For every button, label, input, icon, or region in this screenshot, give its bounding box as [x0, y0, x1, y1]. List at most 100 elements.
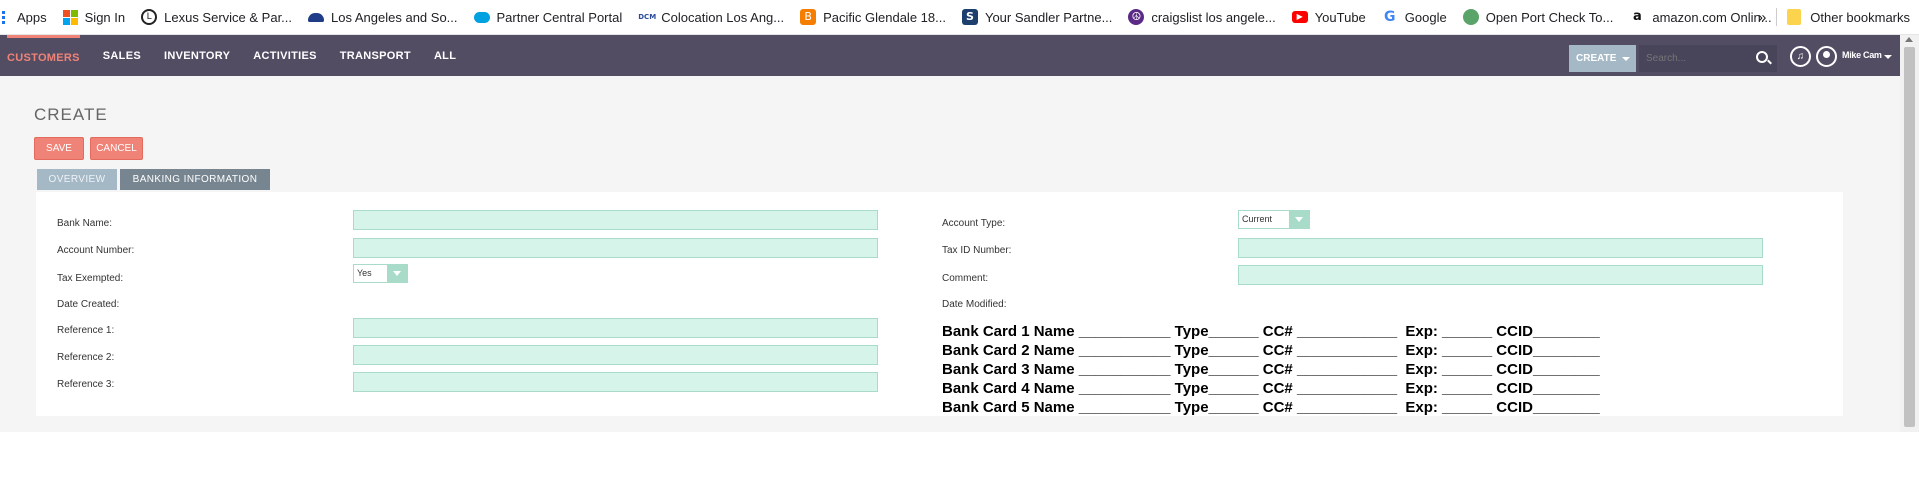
search-icon-handle [1767, 59, 1772, 65]
search-box [1639, 45, 1777, 72]
nav-tab-transport[interactable]: TRANSPORT [340, 35, 411, 76]
account-number-label: Account Number: [57, 245, 135, 256]
bookmark-sandler[interactable]: S Your Sandler Partne... [954, 0, 1120, 34]
date-modified-label: Date Modified: [942, 299, 1007, 310]
reference-3-label: Reference 3: [57, 379, 115, 390]
bank-name-label: Bank Name: [57, 218, 113, 229]
bookmark-pacific-glendale[interactable]: B Pacific Glendale 18... [792, 0, 954, 34]
bookmark-label: Open Port Check To... [1485, 9, 1614, 25]
tax-id-field[interactable] [1238, 238, 1763, 258]
bookmark-label: Google [1404, 9, 1447, 25]
nav-tab-sales[interactable]: SALES [103, 35, 141, 76]
nav-tab-inventory[interactable]: INVENTORY [164, 35, 230, 76]
nav-tab-activities[interactable]: ACTIVITIES [253, 35, 317, 76]
bookmarks-bar: Apps Sign In L Lexus Service & Par... Lo… [0, 0, 1919, 35]
sandler-s-icon: S [961, 9, 978, 25]
chevron-down-icon [387, 265, 407, 282]
bookmark-apps[interactable]: Apps [0, 0, 55, 34]
notifications-icon[interactable]: ♫ [1790, 46, 1811, 67]
bookmark-label: Pacific Glendale 18... [823, 9, 946, 25]
reference-3-field[interactable] [353, 372, 878, 392]
save-button[interactable]: SAVE [34, 137, 84, 160]
scroll-thumb[interactable] [1904, 47, 1915, 427]
tax-exempted-select[interactable]: Yes [353, 264, 408, 283]
create-label: CREATE [1576, 53, 1617, 64]
nav-tab-all[interactable]: ALL [434, 35, 456, 76]
account-type-select[interactable]: Current [1238, 210, 1310, 229]
bookmark-lexus[interactable]: L Lexus Service & Par... [133, 0, 300, 34]
chevron-down-icon [1289, 211, 1309, 228]
bookmark-label: craigslist los angele... [1151, 9, 1276, 25]
bookmarks-overflow-button[interactable]: » [1748, 9, 1776, 26]
folder-icon [1787, 9, 1802, 25]
bookmark-sign-in[interactable]: Sign In [55, 0, 133, 34]
bookmark-label: Los Angeles and So... [331, 9, 458, 25]
blogger-icon: B [800, 9, 817, 25]
nav-tab-customers[interactable]: CUSTOMERS [7, 35, 80, 76]
scroll-up-icon[interactable] [1905, 37, 1913, 42]
search-icon[interactable] [1756, 51, 1768, 63]
account-type-label: Account Type: [942, 218, 1006, 229]
account-type-value: Current [1242, 214, 1273, 224]
search-input[interactable] [1639, 45, 1749, 72]
bookmark-youtube[interactable]: ▶ YouTube [1284, 0, 1374, 34]
avatar-head [1823, 51, 1830, 58]
tax-exempted-label: Tax Exempted: [57, 273, 124, 284]
bank-card-line-3: Bank Card 3 Name ___________ Type______ … [942, 361, 1600, 378]
tab-banking-information[interactable]: BANKING INFORMATION [120, 169, 270, 190]
bookmark-label: YouTube [1314, 9, 1366, 25]
salesforce-cloud-icon [473, 11, 490, 23]
page-scrollbar[interactable] [1900, 35, 1919, 432]
bookmark-open-port-check[interactable]: Open Port Check To... [1455, 0, 1622, 34]
user-menu-caret-icon [1884, 55, 1892, 59]
bank-card-line-4: Bank Card 4 Name ___________ Type______ … [942, 380, 1600, 397]
user-avatar-icon[interactable] [1816, 46, 1837, 67]
page-title: CREATE [34, 105, 108, 124]
bookmark-label: Sign In [84, 9, 126, 25]
bookmark-label: Your Sandler Partne... [984, 9, 1113, 25]
car-icon [308, 12, 325, 22]
bookmark-google[interactable]: G Google [1374, 0, 1455, 34]
other-bookmarks-button[interactable]: Other bookmarks [1810, 10, 1919, 25]
microsoft-icon [62, 9, 78, 25]
reference-1-label: Reference 1: [57, 325, 115, 336]
reference-1-field[interactable] [353, 318, 878, 338]
bank-name-field[interactable] [353, 210, 878, 230]
bookmark-los-angeles[interactable]: Los Angeles and So... [300, 0, 465, 34]
user-menu[interactable]: Mike Cam [1842, 50, 1882, 60]
top-nav: CUSTOMERS SALES INVENTORY ACTIVITIES TRA… [0, 35, 1900, 76]
module-tabs: CUSTOMERS SALES INVENTORY ACTIVITIES TRA… [0, 35, 479, 76]
lexus-icon: L [141, 9, 158, 25]
bookmark-label: Apps [17, 9, 47, 25]
tab-overview[interactable]: OVERVIEW [37, 169, 117, 190]
date-created-label: Date Created: [57, 299, 120, 310]
bookmark-craigslist[interactable]: ☮ craigslist los angele... [1120, 0, 1283, 34]
globe-icon [1462, 9, 1479, 25]
peace-icon: ☮ [1128, 9, 1145, 25]
create-dropdown-button[interactable]: CREATE [1569, 45, 1636, 72]
bank-card-line-5: Bank Card 5 Name ___________ Type______ … [942, 399, 1600, 416]
divider [1776, 8, 1778, 26]
bookmark-label: Lexus Service & Par... [164, 9, 293, 25]
bank-card-line-2: Bank Card 2 Name ___________ Type______ … [942, 342, 1600, 359]
comment-label: Comment: [942, 273, 989, 284]
reference-2-label: Reference 2: [57, 352, 115, 363]
bookmark-label: Colocation Los Ang... [661, 9, 785, 25]
cancel-button[interactable]: CANCEL [90, 137, 143, 160]
bookmark-colocation[interactable]: DCM Colocation Los Ang... [630, 0, 792, 34]
comment-field[interactable] [1238, 265, 1763, 285]
reference-2-field[interactable] [353, 345, 878, 365]
dcm-icon: DCM [638, 9, 656, 25]
apps-grid-icon [2, 10, 8, 24]
youtube-icon: ▶ [1291, 11, 1308, 23]
bookmark-partner-central[interactable]: Partner Central Portal [466, 0, 631, 34]
amazon-icon: a [1629, 9, 1646, 25]
tax-id-label: Tax ID Number: [942, 245, 1012, 256]
caret-down-icon [1622, 57, 1630, 61]
bookmarks-right: » Other bookmarks [1748, 0, 1919, 34]
bookmark-label: Partner Central Portal [496, 9, 623, 25]
google-icon: G [1381, 9, 1398, 25]
tax-exempted-value: Yes [357, 268, 372, 278]
account-number-field[interactable] [353, 238, 878, 258]
bank-card-line-1: Bank Card 1 Name ___________ Type______ … [942, 323, 1600, 340]
